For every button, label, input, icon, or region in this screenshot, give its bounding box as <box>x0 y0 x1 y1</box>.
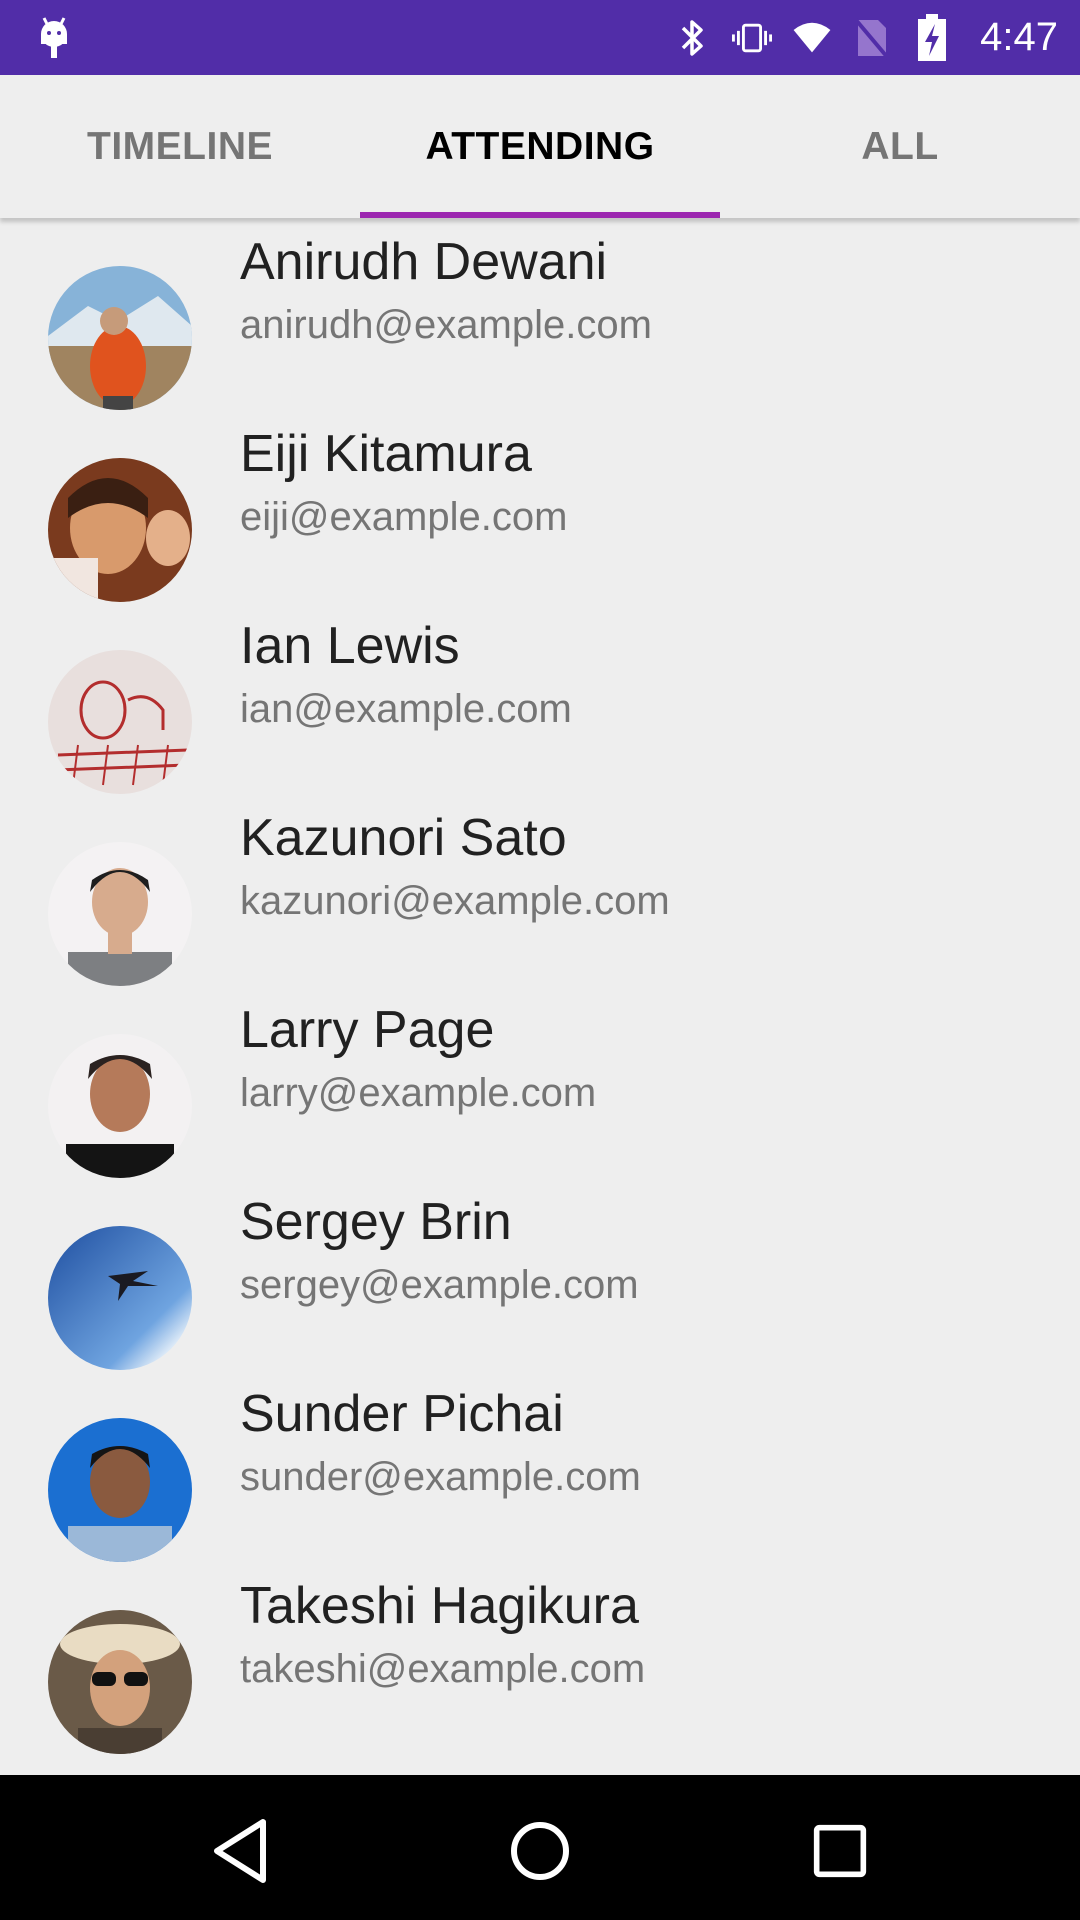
avatar <box>48 266 192 410</box>
avatar <box>48 1610 192 1754</box>
tab-all[interactable]: ALL <box>720 75 1080 218</box>
attendee-email: sergey@example.com <box>240 1263 639 1307</box>
attendee-email: sunder@example.com <box>240 1455 641 1499</box>
vibrate-icon <box>732 16 773 60</box>
list-item[interactable]: Sergey Brin sergey@example.com <box>0 1178 1080 1370</box>
list-item[interactable]: Ian Lewis ian@example.com <box>0 602 1080 794</box>
attendee-email: larry@example.com <box>240 1071 597 1115</box>
attendee-email: takeshi@example.com <box>240 1647 646 1691</box>
avatar <box>48 1418 192 1562</box>
attendee-email: kazunori@example.com <box>240 879 670 923</box>
attendee-name: Eiji Kitamura <box>240 425 532 483</box>
back-icon[interactable] <box>201 1811 281 1891</box>
battery-charging-icon <box>912 13 952 61</box>
navigation-bar <box>0 1775 1080 1920</box>
list-item[interactable]: Anirudh Dewani anirudh@example.com <box>0 218 1080 410</box>
tab-indicator <box>360 212 720 218</box>
status-bar: 4:47 <box>0 0 1080 75</box>
attendee-email: eiji@example.com <box>240 495 568 539</box>
avatar <box>48 650 192 794</box>
list-item[interactable]: Sunder Pichai sunder@example.com <box>0 1370 1080 1562</box>
bluetooth-icon <box>672 16 712 60</box>
tab-attending[interactable]: ATTENDING <box>360 75 720 218</box>
recents-icon[interactable] <box>800 1811 880 1891</box>
attendee-name: Sergey Brin <box>240 1193 512 1251</box>
attendee-name: Ian Lewis <box>240 617 460 675</box>
list-item[interactable]: Takeshi Hagikura takeshi@example.com <box>0 1562 1080 1754</box>
attendee-name: Kazunori Sato <box>240 809 567 867</box>
list-item[interactable]: Eiji Kitamura eiji@example.com <box>0 410 1080 602</box>
avatar <box>48 1226 192 1370</box>
wifi-icon <box>792 16 832 60</box>
attendee-list[interactable]: Anirudh Dewani anirudh@example.com Eiji … <box>0 218 1080 1775</box>
home-icon[interactable] <box>500 1811 580 1891</box>
attendee-email: ian@example.com <box>240 687 572 731</box>
list-item[interactable]: Kazunori Sato kazunori@example.com <box>0 794 1080 986</box>
avatar <box>48 1034 192 1178</box>
tab-timeline[interactable]: TIMELINE <box>0 75 360 218</box>
clock: 4:47 <box>980 15 1058 59</box>
avatar <box>48 458 192 602</box>
list-item[interactable]: Larry Page larry@example.com <box>0 986 1080 1178</box>
attendee-name: Takeshi Hagikura <box>240 1577 639 1635</box>
no-sim-icon <box>852 16 892 60</box>
avatar <box>48 842 192 986</box>
attendee-name: Anirudh Dewani <box>240 233 608 291</box>
attendee-name: Sunder Pichai <box>240 1385 564 1443</box>
android-debug-icon <box>36 14 72 62</box>
attendee-email: anirudh@example.com <box>240 303 652 347</box>
attendee-name: Larry Page <box>240 1001 495 1059</box>
tab-bar: TIMELINE ATTENDING ALL <box>0 75 1080 218</box>
